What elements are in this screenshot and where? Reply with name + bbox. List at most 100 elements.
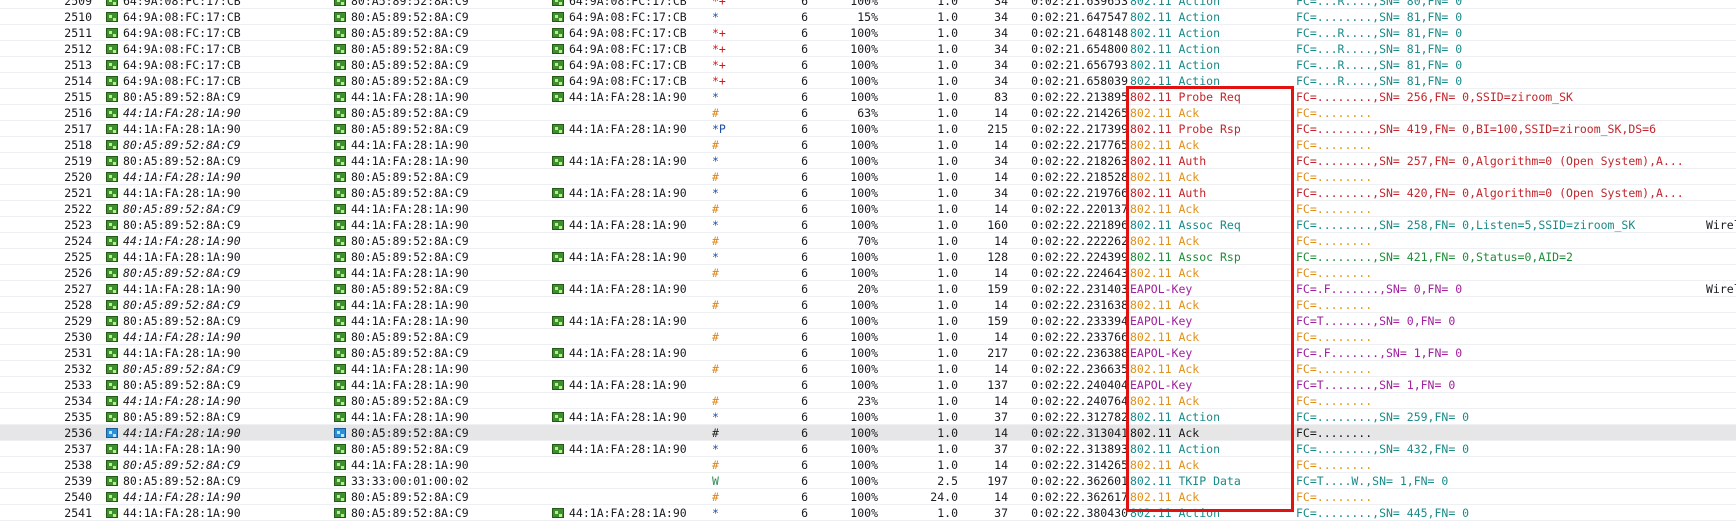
packet-row[interactable]: 2514 64:9A:08:FC:17:CB 80:A5:89:52:8A:C9 64… (0, 73, 1736, 89)
destination-address: 44:1A:FA:28:1A:90 (334, 377, 544, 393)
summary: FC=........ (1296, 170, 1373, 184)
destination-address-text: 44:1A:FA:28:1A:90 (351, 218, 469, 232)
packet-row[interactable]: 2521 44:1A:FA:28:1A:90 80:A5:89:52:8A:C9 44… (0, 185, 1736, 201)
packet-number: 2530 (64, 330, 92, 344)
destination-address-text: 44:1A:FA:28:1A:90 (351, 154, 469, 168)
packet-row[interactable]: 2524 44:1A:FA:28:1A:90 80:A5:89:52:8A:C9 #6… (0, 233, 1736, 249)
network-node-icon (106, 188, 118, 198)
packet-row[interactable]: 2539 80:A5:89:52:8A:C9 33:33:00:01:00:02 W 6… (0, 473, 1736, 489)
packet-row[interactable]: 2522 80:A5:89:52:8A:C9 44:1A:FA:28:1A:90 #6… (0, 201, 1736, 217)
protocol: 802.11 Action (1130, 26, 1221, 40)
signal: 100% (850, 298, 878, 312)
bssid-address: 44:1A:FA:28:1A:90 (552, 217, 710, 233)
extra-column (1706, 57, 1736, 73)
source-address-text: 80:A5:89:52:8A:C9 (123, 298, 241, 312)
source-address-text: 80:A5:89:52:8A:C9 (123, 266, 241, 280)
size: 14 (994, 106, 1008, 120)
packet-number: 2516 (64, 106, 92, 120)
network-node-icon (334, 348, 346, 358)
summary: FC=...R....,SN= 81,FN= 0 (1296, 42, 1463, 56)
packet-row[interactable]: 2525 44:1A:FA:28:1A:90 80:A5:89:52:8A:C9 44… (0, 249, 1736, 265)
timestamp: 0:02:22.219766 (1031, 186, 1128, 200)
summary: FC=........,SN= 421,FN= 0,Status=0,AID=2 (1296, 250, 1573, 264)
packet-row[interactable]: 2538 80:A5:89:52:8A:C9 44:1A:FA:28:1A:90 #6… (0, 457, 1736, 473)
signal: 100% (850, 218, 878, 232)
summary: FC=........,SN= 432,FN= 0 (1296, 442, 1470, 456)
packet-row[interactable]: 2530 44:1A:FA:28:1A:90 80:A5:89:52:8A:C9 #6… (0, 329, 1736, 345)
packet-row[interactable]: 2512 64:9A:08:FC:17:CB 80:A5:89:52:8A:C9 64… (0, 41, 1736, 57)
packet-row[interactable]: 2510 64:9A:08:FC:17:CB 80:A5:89:52:8A:C9 64… (0, 9, 1736, 25)
channel: 6 (801, 26, 808, 40)
network-node-icon (106, 268, 118, 278)
bssid-address: 44:1A:FA:28:1A:90 (552, 89, 710, 105)
packet-row[interactable]: 2535 80:A5:89:52:8A:C9 44:1A:FA:28:1A:90 44… (0, 409, 1736, 425)
network-node-icon (106, 252, 118, 262)
flags: # (712, 330, 719, 344)
packet-row[interactable]: 2528 80:A5:89:52:8A:C9 44:1A:FA:28:1A:90 #6… (0, 297, 1736, 313)
signal: 100% (850, 458, 878, 472)
packet-row[interactable]: 2520 44:1A:FA:28:1A:90 80:A5:89:52:8A:C9 #6… (0, 169, 1736, 185)
source-address: 80:A5:89:52:8A:C9 (106, 457, 326, 473)
packet-row[interactable]: 2517 44:1A:FA:28:1A:90 80:A5:89:52:8A:C9 44… (0, 121, 1736, 137)
source-address-text: 44:1A:FA:28:1A:90 (123, 346, 241, 360)
protocol: 802.11 Action (1130, 506, 1221, 520)
channel: 6 (801, 266, 808, 280)
packet-row[interactable]: 2533 80:A5:89:52:8A:C9 44:1A:FA:28:1A:90 44… (0, 377, 1736, 393)
packet-row[interactable]: 2532 80:A5:89:52:8A:C9 44:1A:FA:28:1A:90 #6… (0, 361, 1736, 377)
summary: FC=T....W.,SN= 1,FN= 0 (1296, 474, 1449, 488)
summary: FC=........ (1296, 234, 1373, 248)
network-node-icon (106, 492, 118, 502)
flags: # (712, 266, 719, 280)
size: 37 (994, 410, 1008, 424)
packet-row[interactable]: 2536 44:1A:FA:28:1A:90 80:A5:89:52:8A:C9 #6… (0, 425, 1736, 441)
size: 14 (994, 490, 1008, 504)
packet-row[interactable]: 2509 64:9A:08:FC:17:CB 80:A5:89:52:8A:C9 64… (0, 0, 1736, 9)
source-address: 44:1A:FA:28:1A:90 (106, 329, 326, 345)
packet-row[interactable]: 2526 80:A5:89:52:8A:C9 44:1A:FA:28:1A:90 #6… (0, 265, 1736, 281)
size: 217 (987, 346, 1008, 360)
signal: 100% (850, 266, 878, 280)
channel: 6 (801, 58, 808, 72)
protocol: 802.11 Ack (1130, 234, 1200, 248)
packet-list[interactable]: 2509 64:9A:08:FC:17:CB 80:A5:89:52:8A:C9 64… (0, 0, 1736, 521)
flags (712, 313, 742, 329)
size: 14 (994, 394, 1008, 408)
flags: * (712, 410, 719, 424)
size: 34 (994, 186, 1008, 200)
packet-number: 2526 (64, 266, 92, 280)
packet-row[interactable]: 2534 44:1A:FA:28:1A:90 80:A5:89:52:8A:C9 #6… (0, 393, 1736, 409)
summary: FC=T.......,SN= 0,FN= 0 (1296, 314, 1456, 328)
data-rate: 1.0 (937, 410, 958, 424)
packet-row[interactable]: 2523 80:A5:89:52:8A:C9 44:1A:FA:28:1A:90 44… (0, 217, 1736, 233)
source-address: 44:1A:FA:28:1A:90 (106, 393, 326, 409)
protocol: 802.11 Ack (1130, 394, 1200, 408)
destination-address: 44:1A:FA:28:1A:90 (334, 297, 544, 313)
extra-column (1706, 265, 1736, 281)
packet-row[interactable]: 2540 44:1A:FA:28:1A:90 80:A5:89:52:8A:C9 #6… (0, 489, 1736, 505)
bssid-address: 44:1A:FA:28:1A:90 (552, 313, 710, 329)
network-node-icon (106, 476, 118, 486)
size: 14 (994, 138, 1008, 152)
packet-row[interactable]: 2515 80:A5:89:52:8A:C9 44:1A:FA:28:1A:90 44… (0, 89, 1736, 105)
packet-row[interactable]: 2531 44:1A:FA:28:1A:90 80:A5:89:52:8A:C9 44… (0, 345, 1736, 361)
signal: 100% (850, 58, 878, 72)
bssid-address: 44:1A:FA:28:1A:90 (552, 505, 710, 521)
packet-row[interactable]: 2529 80:A5:89:52:8A:C9 44:1A:FA:28:1A:90 44… (0, 313, 1736, 329)
bssid-address (552, 457, 710, 473)
packet-row[interactable]: 2519 80:A5:89:52:8A:C9 44:1A:FA:28:1A:90 44… (0, 153, 1736, 169)
flags: *+ (712, 0, 726, 8)
packet-row[interactable]: 2527 44:1A:FA:28:1A:90 80:A5:89:52:8A:C9 44… (0, 281, 1736, 297)
network-node-icon (106, 92, 118, 102)
summary: FC=........ (1296, 458, 1373, 472)
network-node-icon (552, 380, 564, 390)
data-rate: 1.0 (937, 250, 958, 264)
destination-address: 80:A5:89:52:8A:C9 (334, 0, 544, 9)
packet-row[interactable]: 2516 44:1A:FA:28:1A:90 80:A5:89:52:8A:C9 #6… (0, 105, 1736, 121)
packet-row[interactable]: 2518 80:A5:89:52:8A:C9 44:1A:FA:28:1A:90 #6… (0, 137, 1736, 153)
packet-row[interactable]: 2537 44:1A:FA:28:1A:90 80:A5:89:52:8A:C9 44… (0, 441, 1736, 457)
packet-row[interactable]: 2511 64:9A:08:FC:17:CB 80:A5:89:52:8A:C9 64… (0, 25, 1736, 41)
flags: * (712, 250, 719, 264)
network-node-icon (334, 316, 346, 326)
packet-row[interactable]: 2513 64:9A:08:FC:17:CB 80:A5:89:52:8A:C9 64… (0, 57, 1736, 73)
packet-row[interactable]: 2541 44:1A:FA:28:1A:90 80:A5:89:52:8A:C9 44… (0, 505, 1736, 521)
